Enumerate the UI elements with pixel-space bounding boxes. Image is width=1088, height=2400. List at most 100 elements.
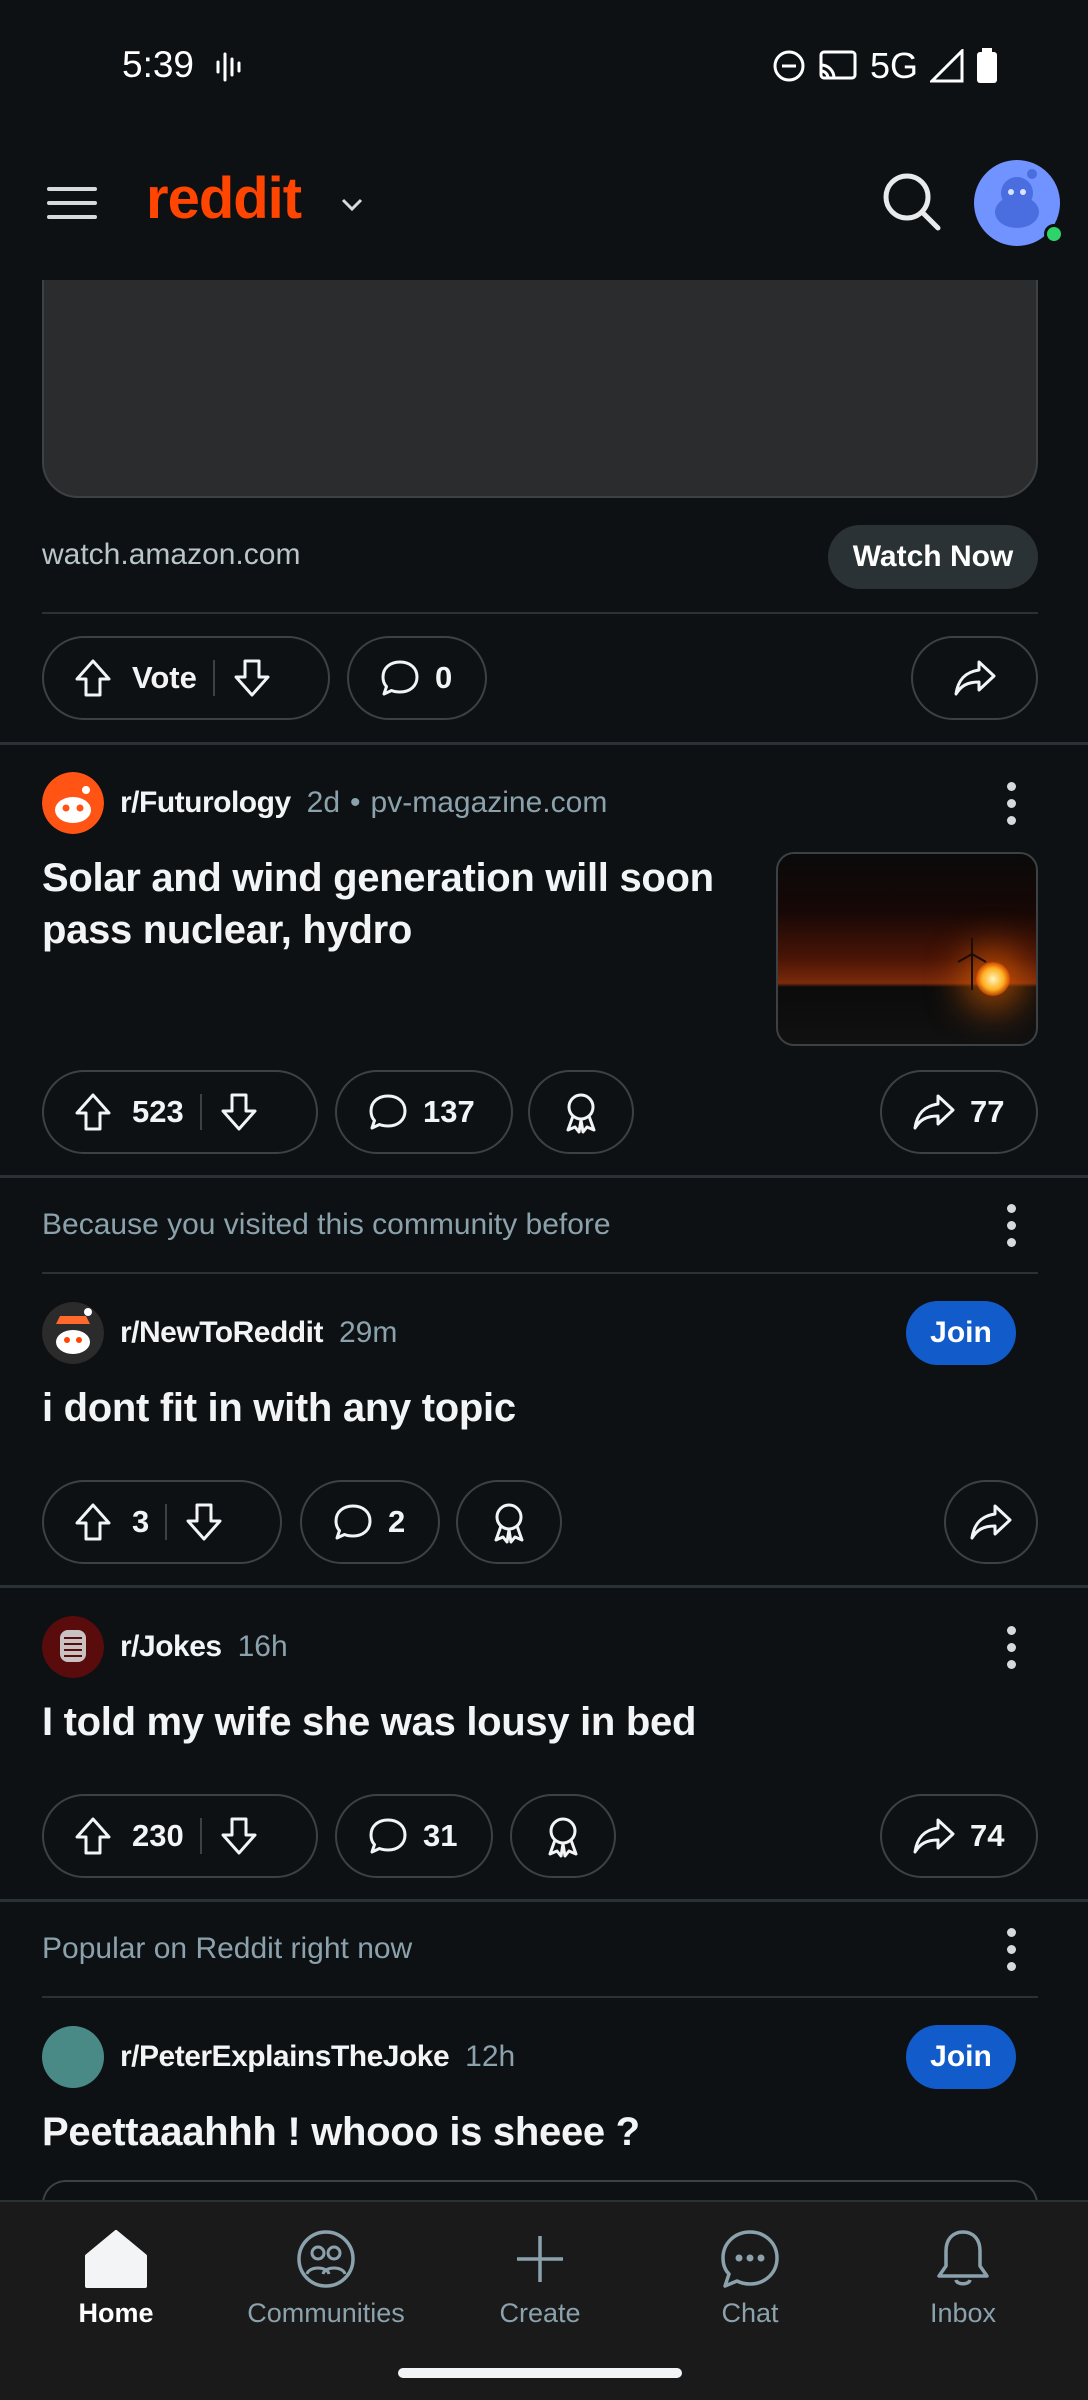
jokes-community-icon[interactable]: [42, 1616, 104, 1678]
search-icon[interactable]: [880, 170, 944, 234]
comments-button[interactable]: 0: [347, 636, 487, 720]
share-icon: [913, 1094, 955, 1130]
chat-icon: [721, 2230, 779, 2288]
more-options-icon[interactable]: [996, 1617, 1026, 1677]
post-meta: r/Jokes 16h: [42, 1616, 288, 1678]
nav-create[interactable]: Create: [450, 2228, 630, 2329]
share-icon: [954, 660, 995, 696]
share-button[interactable]: [911, 636, 1038, 720]
upvote-icon[interactable]: [72, 657, 114, 699]
comment-icon: [381, 660, 419, 696]
post-media-preview[interactable]: [42, 2180, 1038, 2200]
plus-icon: [517, 2236, 563, 2282]
post-title[interactable]: Solar and wind generation will soon pass…: [42, 852, 742, 956]
bottom-navigation: Home Communities Create Chat Inbox: [0, 2200, 1088, 2400]
vote-score: 230: [132, 1818, 184, 1853]
award-button[interactable]: [510, 1794, 616, 1878]
post-meta: r/Futurology 2d • pv-magazine.com: [42, 772, 607, 834]
vote-label: Vote: [132, 660, 197, 695]
award-button[interactable]: [456, 1480, 562, 1564]
subreddit-name[interactable]: r/Jokes: [120, 1630, 222, 1664]
avatar[interactable]: [974, 160, 1064, 246]
nav-chat[interactable]: Chat: [660, 2228, 840, 2329]
award-icon: [548, 1817, 578, 1858]
feed: watch.amazon.com Watch Now Vote 0 r/Futu…: [0, 280, 1088, 2200]
award-icon: [494, 1503, 524, 1544]
post-thumbnail[interactable]: [776, 852, 1038, 1046]
upvote-icon[interactable]: [72, 1815, 114, 1857]
vote-score: 3: [132, 1504, 150, 1539]
reddit-logo[interactable]: reddit: [146, 165, 302, 232]
newtoreddit-community-icon[interactable]: [42, 1302, 104, 1364]
post-age: 2d: [306, 786, 341, 819]
share-icon: [913, 1818, 955, 1854]
ad-media[interactable]: [42, 280, 1038, 498]
post-title[interactable]: I told my wife she was lousy in bed: [42, 1696, 942, 1748]
downvote-icon[interactable]: [218, 1815, 260, 1857]
status-time: 5:39: [122, 44, 195, 85]
comments-button[interactable]: 2: [300, 1480, 440, 1564]
divider: [42, 612, 1038, 614]
futurology-community-icon[interactable]: [42, 772, 104, 834]
post-title[interactable]: Peettaaahhh ! whooo is sheee ?: [42, 2106, 942, 2158]
comment-icon: [334, 1504, 372, 1540]
nav-inbox[interactable]: Inbox: [873, 2228, 1053, 2329]
home-icon: [85, 2230, 147, 2288]
post-separator: [0, 1585, 1088, 1588]
bell-icon: [937, 2230, 989, 2286]
more-options-icon[interactable]: [996, 1195, 1026, 1255]
post-title[interactable]: i dont fit in with any topic: [42, 1382, 942, 1434]
nav-communities[interactable]: Communities: [236, 2228, 416, 2329]
join-button[interactable]: Join: [906, 1301, 1016, 1365]
join-button[interactable]: Join: [906, 2025, 1016, 2089]
app-header: reddit: [0, 135, 1088, 280]
subreddit-name[interactable]: r/Futurology: [120, 786, 291, 820]
gesture-home-indicator[interactable]: [398, 2368, 682, 2378]
upvote-icon[interactable]: [72, 1091, 114, 1133]
chevron-down-icon[interactable]: [338, 191, 366, 219]
downvote-icon[interactable]: [183, 1501, 225, 1543]
award-button[interactable]: [528, 1070, 634, 1154]
more-options-icon[interactable]: [996, 1919, 1026, 1979]
downvote-icon[interactable]: [218, 1091, 260, 1133]
post-separator: [0, 1175, 1088, 1178]
signal-icon: [930, 49, 964, 83]
downvote-icon[interactable]: [231, 657, 273, 699]
recommendation-reason: Popular on Reddit right now: [42, 1932, 413, 1965]
menu-button[interactable]: [42, 177, 102, 237]
vote-bar: 3: [42, 1480, 282, 1564]
comments-button[interactable]: 31: [335, 1794, 493, 1878]
online-status-dot: [1044, 224, 1064, 244]
meta-dot: •: [350, 786, 361, 819]
recommendation-reason: Because you visited this community befor…: [42, 1208, 611, 1241]
comments-button[interactable]: 137: [335, 1070, 513, 1154]
audio-wave-icon: [216, 52, 241, 82]
divider: [42, 1996, 1038, 1998]
cast-icon: [819, 50, 857, 80]
subreddit-name[interactable]: r/PeterExplainsTheJoke: [120, 2040, 450, 2074]
watch-now-button[interactable]: Watch Now: [828, 525, 1038, 589]
nav-home[interactable]: Home: [26, 2228, 206, 2329]
upvote-icon[interactable]: [72, 1501, 114, 1543]
comment-icon: [369, 1094, 407, 1130]
post-age: 29m: [338, 1316, 398, 1349]
peterexplainsthejoke-community-icon[interactable]: [42, 2026, 104, 2088]
share-button[interactable]: 74: [880, 1794, 1038, 1878]
post-domain[interactable]: pv-magazine.com: [371, 786, 608, 820]
wind-turbine-icon: [957, 938, 987, 990]
award-icon: [566, 1093, 596, 1134]
divider: [42, 1272, 1038, 1274]
share-button[interactable]: [944, 1480, 1038, 1564]
share-button[interactable]: 77: [880, 1070, 1038, 1154]
post-separator: [0, 1899, 1088, 1902]
vote-score: 523: [132, 1094, 184, 1129]
comment-icon: [369, 1818, 407, 1854]
network-type: 5G: [869, 45, 918, 86]
status-bar: 5:39 5G: [0, 0, 1088, 135]
do-not-disturb-icon: [773, 50, 805, 82]
battery-icon: [977, 48, 997, 83]
more-options-icon[interactable]: [996, 773, 1026, 833]
ad-domain[interactable]: watch.amazon.com: [42, 538, 300, 572]
subreddit-name[interactable]: r/NewToReddit: [120, 1316, 323, 1350]
share-icon: [970, 1504, 1012, 1540]
